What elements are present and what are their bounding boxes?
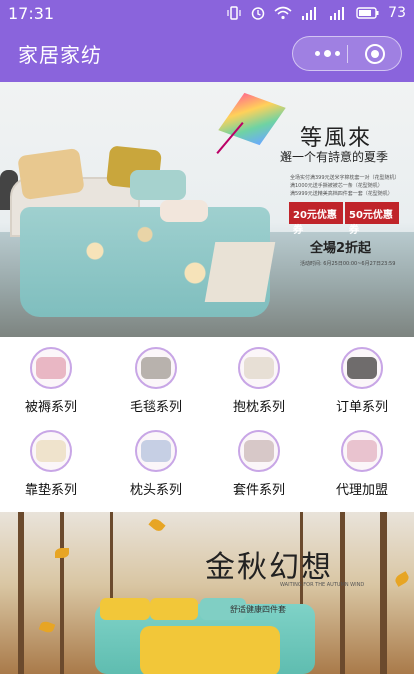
- autumn-banner[interactable]: 金秋幻想 WAITING FOR THE AUTUMN WIND 舒适健康四件套: [0, 512, 414, 674]
- category-label: 毛毯系列: [129, 400, 182, 415]
- cushion-icon: [238, 347, 280, 389]
- tree-shape: [18, 512, 24, 674]
- bedding-set-icon: [238, 430, 280, 472]
- category-back-cushion[interactable]: 靠垫系列: [16, 420, 86, 498]
- category-franchise[interactable]: 代理加盟: [327, 420, 397, 498]
- franchise-icon: [341, 430, 383, 472]
- category-label: 订单系列: [335, 400, 388, 415]
- autumn-subtitle: 舒适健康四件套: [230, 605, 286, 614]
- category-order[interactable]: 订单系列: [327, 337, 397, 415]
- page-title: 家居家纺: [18, 43, 102, 67]
- nav-bar: 家居家纺: [0, 26, 414, 82]
- top-bar: 17:31 73 家居家纺: [0, 0, 414, 82]
- category-label: 枕头系列: [129, 483, 182, 498]
- leaf-icon: [393, 571, 411, 587]
- battery-icon: [356, 7, 379, 19]
- signal-4g-icon: [302, 7, 317, 20]
- pillow-shape: [100, 598, 150, 620]
- category-blanket[interactable]: 毛毯系列: [121, 337, 191, 415]
- promo-lines: 全场实付满399元送米字棉枕套一对（花型随机） 满1000元送手撕被被芯一条（花…: [290, 174, 400, 198]
- category-label: 抱枕系列: [232, 400, 285, 415]
- coupon-20[interactable]: 20元优惠券: [289, 202, 343, 236]
- pillow-shape: [17, 147, 85, 201]
- category-cushion[interactable]: 抱枕系列: [224, 337, 294, 415]
- category-label: 靠垫系列: [24, 483, 77, 498]
- target-icon[interactable]: [365, 44, 385, 64]
- tree-shape: [60, 512, 64, 674]
- status-icons: 73: [226, 3, 406, 23]
- autumn-bed-throw: [140, 626, 280, 674]
- back-cushion-icon: [30, 430, 72, 472]
- autumn-english: WAITING FOR THE AUTUMN WIND: [280, 582, 365, 588]
- wifi-icon: [274, 6, 292, 20]
- pillow-shape: [150, 598, 198, 620]
- signal-icon: [330, 7, 345, 20]
- category-grid: 被褥系列 毛毯系列 抱枕系列 订单系列 靠垫系列 枕头系列 套件系列 代理加盟: [0, 337, 414, 507]
- tree-shape: [340, 512, 345, 674]
- promo-line: 满1000元送手撕被被芯一条（花型随机）: [290, 183, 383, 189]
- status-time: 17:31: [8, 4, 55, 23]
- promo-date: 活动时间: 6月25日00:00~6月27日23:59: [300, 261, 396, 267]
- category-bedding-set[interactable]: 套件系列: [224, 420, 294, 498]
- blanket-shape: [204, 242, 276, 302]
- category-label: 被褥系列: [24, 400, 77, 415]
- quilt-icon: [30, 347, 72, 389]
- tree-shape: [380, 512, 387, 674]
- pillow-shape: [130, 170, 186, 200]
- mini-program-capsule: [292, 36, 402, 71]
- promo-line: 全场实付满399元送米字棉枕套一对（花型随机）: [290, 175, 400, 181]
- leaf-icon: [148, 516, 166, 534]
- alarm-icon: [251, 7, 265, 20]
- more-dots-icon[interactable]: [315, 50, 340, 57]
- category-quilt[interactable]: 被褥系列: [16, 337, 86, 415]
- category-label: 套件系列: [232, 483, 285, 498]
- summer-banner[interactable]: 等風來 邂一个有詩意的夏季 全场实付满399元送米字棉枕套一对（花型随机） 满1…: [0, 82, 414, 337]
- autumn-title: 金秋幻想: [205, 550, 333, 585]
- order-icon: [341, 347, 383, 389]
- sale-text: 全場2折起: [310, 241, 372, 256]
- leaf-icon: [38, 619, 56, 635]
- pillow-shape: [160, 200, 208, 222]
- leaf-icon: [55, 548, 69, 558]
- capsule-divider: [347, 45, 348, 63]
- battery-level: 73: [388, 5, 406, 21]
- coupon-50[interactable]: 50元优惠券: [345, 202, 399, 236]
- category-pillow[interactable]: 枕头系列: [121, 420, 191, 498]
- category-label: 代理加盟: [335, 483, 388, 498]
- blanket-icon: [135, 347, 177, 389]
- pillow-icon: [135, 430, 177, 472]
- status-bar: 17:31 73: [0, 0, 414, 26]
- vibrate-icon: [227, 6, 241, 20]
- promo-line: 满5999元送精美高档四件套一套（花型随机）: [290, 191, 393, 197]
- banner-subtitle: 邂一个有詩意的夏季: [280, 150, 389, 164]
